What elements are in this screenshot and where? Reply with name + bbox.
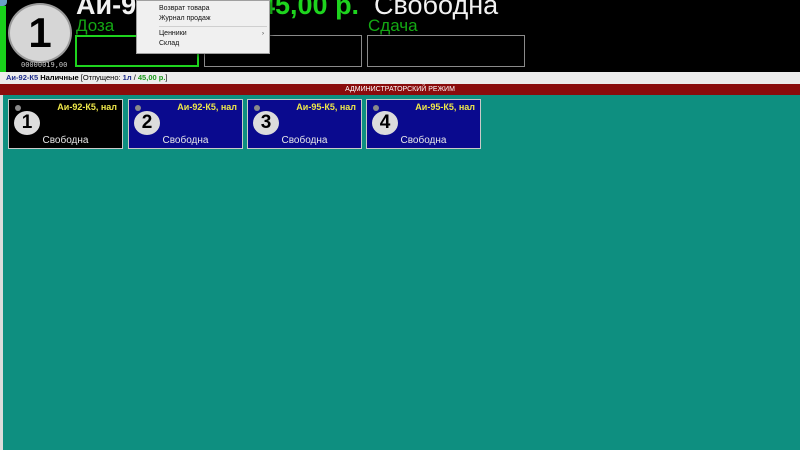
pump-state: Свободна xyxy=(400,135,447,146)
context-menu: Возврат товара Журнал продаж Ценники › С… xyxy=(136,0,270,54)
serial-counter: 00000019,00 xyxy=(21,61,68,69)
menu-item-sales-journal[interactable]: Журнал продаж xyxy=(137,14,269,24)
status-close-bracket: ] xyxy=(165,73,168,82)
pump-tile-4[interactable]: Аи-95-К5, нал 4 Свободна xyxy=(366,99,481,149)
pump-tile-3[interactable]: Аи-95-К5, нал 3 Свободна xyxy=(247,99,362,149)
menu-item-label: Возврат товара xyxy=(159,5,210,12)
status-released-label: [Отпущено: xyxy=(80,73,121,82)
pump-number: 4 xyxy=(372,111,398,135)
pump-fuel: Аи-95-К5, нал xyxy=(296,102,356,112)
admin-mode-bar: АДМИНИСТРАТОРСКИЙ РЕЖИМ xyxy=(0,84,800,95)
status-fuel: Аи-92-К5 xyxy=(6,73,39,82)
menu-separator xyxy=(159,26,267,27)
pump-status-dot-icon xyxy=(373,105,379,111)
menu-item-label: Ценники xyxy=(159,30,187,37)
status-volume: 1л xyxy=(122,73,132,82)
pump-tile-2[interactable]: Аи-92-К5, нал 2 Свободна xyxy=(128,99,243,149)
submenu-arrow-icon: › xyxy=(262,31,264,37)
pump-status-dot-icon xyxy=(135,105,141,111)
change-label: Сдача xyxy=(368,16,418,35)
pump-number: 3 xyxy=(253,111,279,135)
menu-item-label: Журнал продаж xyxy=(159,15,211,22)
pump-fuel: Аи-95-К5, нал xyxy=(415,102,475,112)
status-amount: 45,00 р. xyxy=(137,73,166,82)
pump-tile-1[interactable]: Аи-92-К5, нал 1 Свободна xyxy=(8,99,123,149)
pump-state: Свободна xyxy=(42,135,89,146)
pump-header-panel: 1 00000019,00 Аи-92 45,00 р. Свободна До… xyxy=(0,0,800,72)
left-edge-strip xyxy=(0,95,3,450)
menu-item-price-tags[interactable]: Ценники › xyxy=(137,29,269,39)
dose-label: Доза xyxy=(76,16,115,35)
pump-state: Свободна xyxy=(162,135,209,146)
active-indicator-strip xyxy=(0,6,6,72)
pump-fuel: Аи-92-К5, нал xyxy=(57,102,117,112)
menu-item-return-goods[interactable]: Возврат товара xyxy=(137,4,269,14)
pump-number: 1 xyxy=(14,111,40,135)
selected-price-title: 45,00 р. xyxy=(260,0,360,20)
menu-item-label: Склад xyxy=(159,40,180,47)
pump-status-dot-icon xyxy=(15,105,21,111)
change-field[interactable] xyxy=(367,35,525,67)
pump-fuel: Аи-92-К5, нал xyxy=(177,102,237,112)
status-payment: Наличные xyxy=(40,73,79,82)
menu-item-warehouse[interactable]: Склад xyxy=(137,39,269,49)
status-separator: / xyxy=(133,73,136,82)
pump-status-dot-icon xyxy=(254,105,260,111)
selected-pump-number: 1 xyxy=(8,3,72,63)
pump-number: 2 xyxy=(134,111,160,135)
pump-state: Свободна xyxy=(281,135,328,146)
transaction-status-line: Аи-92-К5 Наличные [Отпущено: 1л / 45,00 … xyxy=(0,72,800,84)
